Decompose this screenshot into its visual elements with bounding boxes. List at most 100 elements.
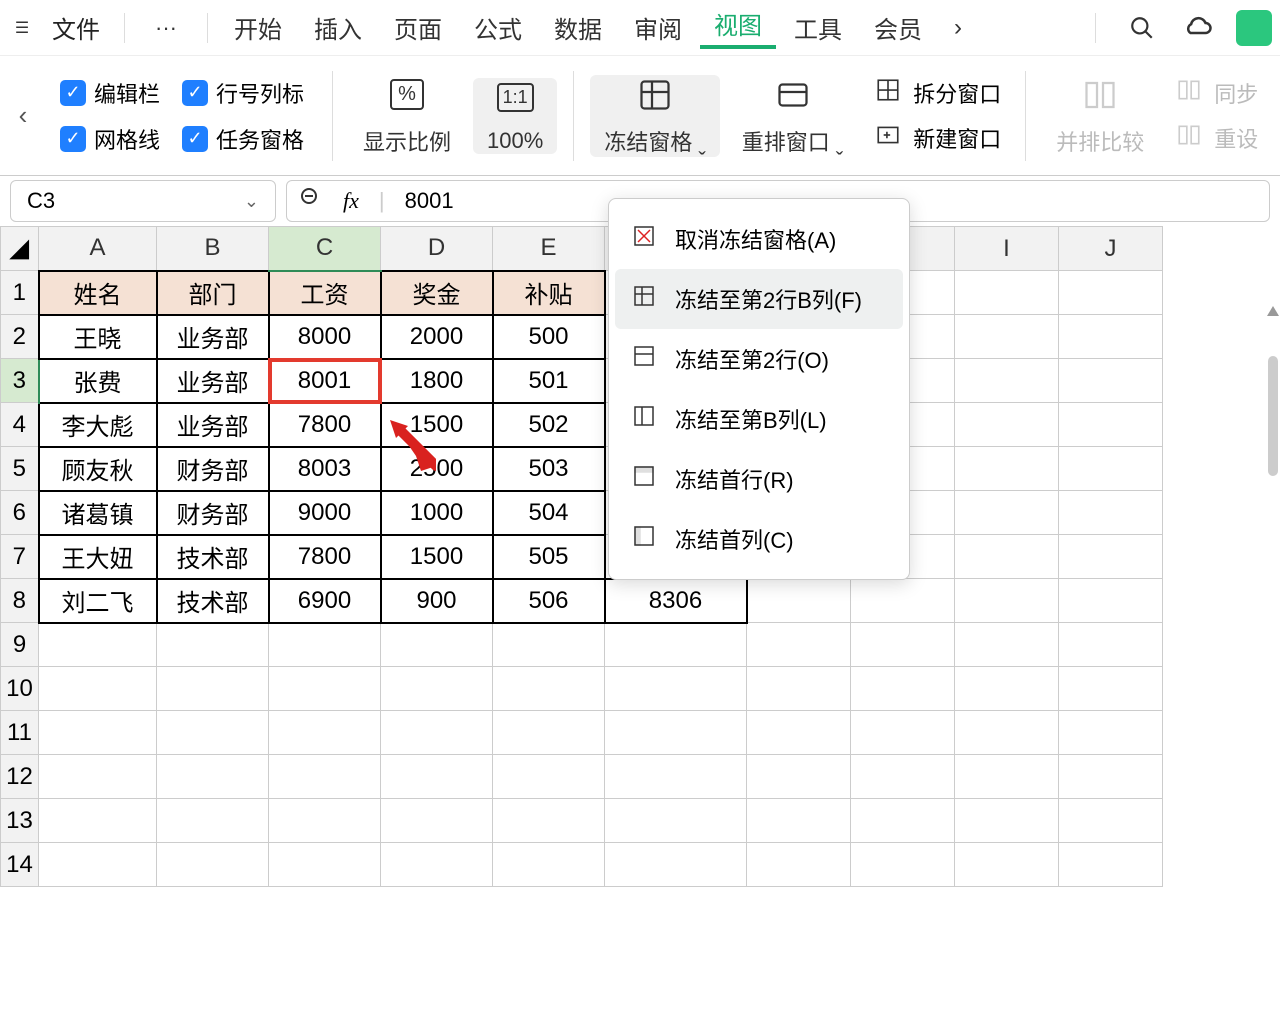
cell[interactable]: 技术部	[157, 535, 269, 579]
tab-tools[interactable]: 工具	[780, 10, 856, 45]
name-box[interactable]: C3 ⌄	[10, 180, 276, 222]
cell[interactable]	[605, 623, 747, 667]
cell[interactable]: 补贴	[493, 271, 605, 315]
cell[interactable]	[1059, 491, 1163, 535]
row-header[interactable]: 3	[1, 359, 39, 403]
cell[interactable]	[157, 799, 269, 843]
row-header[interactable]: 12	[1, 755, 39, 799]
row-header[interactable]: 5	[1, 447, 39, 491]
col-header[interactable]: C	[269, 227, 381, 271]
cell[interactable]	[955, 491, 1059, 535]
cell[interactable]	[39, 755, 157, 799]
cell[interactable]	[269, 799, 381, 843]
row-header[interactable]: 14	[1, 843, 39, 887]
col-header[interactable]: A	[39, 227, 157, 271]
cell[interactable]	[851, 711, 955, 755]
cell[interactable]	[157, 667, 269, 711]
cell[interactable]	[955, 799, 1059, 843]
tab-member[interactable]: 会员	[860, 10, 936, 45]
file-menu[interactable]: 文件	[40, 10, 112, 45]
row-header[interactable]: 11	[1, 711, 39, 755]
menu-freeze-to-cell[interactable]: 冻结至第2行B列(F)	[615, 269, 903, 329]
cell[interactable]: 技术部	[157, 579, 269, 623]
check-taskpane[interactable]: ✓任务窗格	[182, 123, 304, 155]
ribbon-collapse[interactable]: ‹	[6, 66, 40, 166]
cell[interactable]	[493, 843, 605, 887]
cell[interactable]	[269, 711, 381, 755]
cell[interactable]	[955, 271, 1059, 315]
cell[interactable]: 6900	[269, 579, 381, 623]
row-header[interactable]: 9	[1, 623, 39, 667]
cell[interactable]: 1800	[381, 359, 493, 403]
cell[interactable]: 王大妞	[39, 535, 157, 579]
cell[interactable]: 8003	[269, 447, 381, 491]
side-by-side-button[interactable]: 并排比较	[1042, 75, 1158, 157]
cell[interactable]	[493, 711, 605, 755]
cell[interactable]: 1500	[381, 403, 493, 447]
cell[interactable]	[1059, 403, 1163, 447]
cell[interactable]	[381, 667, 493, 711]
zoom-ratio-button[interactable]: % 显示比例	[349, 75, 465, 157]
col-header[interactable]: I	[955, 227, 1059, 271]
cell[interactable]	[157, 755, 269, 799]
cell[interactable]	[493, 667, 605, 711]
cell[interactable]: 财务部	[157, 447, 269, 491]
cell[interactable]	[955, 711, 1059, 755]
cell[interactable]: 诸葛镇	[39, 491, 157, 535]
split-window-button[interactable]: 拆分窗口	[873, 77, 1001, 110]
cell[interactable]: 李大彪	[39, 403, 157, 447]
menu-freeze-first-col[interactable]: 冻结首列(C)	[615, 509, 903, 569]
cell[interactable]	[605, 843, 747, 887]
row-header[interactable]: 2	[1, 315, 39, 359]
cell[interactable]: 顾友秋	[39, 447, 157, 491]
cell[interactable]	[1059, 623, 1163, 667]
row-header[interactable]: 7	[1, 535, 39, 579]
col-header[interactable]: E	[493, 227, 605, 271]
cell[interactable]: 1000	[381, 491, 493, 535]
cell[interactable]	[605, 667, 747, 711]
cell[interactable]	[269, 755, 381, 799]
cell[interactable]	[1059, 711, 1163, 755]
cell[interactable]: 8306	[605, 579, 747, 623]
row-header[interactable]: 1	[1, 271, 39, 315]
cell[interactable]: 502	[493, 403, 605, 447]
cell[interactable]: 2000	[381, 315, 493, 359]
cell[interactable]	[381, 623, 493, 667]
cell[interactable]	[39, 843, 157, 887]
cell[interactable]	[955, 623, 1059, 667]
cell[interactable]	[747, 667, 851, 711]
cell[interactable]: 财务部	[157, 491, 269, 535]
cell[interactable]: 2500	[381, 447, 493, 491]
cell[interactable]	[955, 535, 1059, 579]
cell[interactable]: 500	[493, 315, 605, 359]
cell[interactable]	[605, 711, 747, 755]
cell[interactable]: 业务部	[157, 315, 269, 359]
cell[interactable]	[1059, 271, 1163, 315]
tab-data[interactable]: 数据	[540, 10, 616, 45]
cell[interactable]: 业务部	[157, 359, 269, 403]
cell[interactable]	[747, 755, 851, 799]
cell[interactable]: 姓名	[39, 271, 157, 315]
col-header[interactable]: D	[381, 227, 493, 271]
cell[interactable]	[1059, 579, 1163, 623]
cell[interactable]	[955, 579, 1059, 623]
cell[interactable]	[747, 799, 851, 843]
menu-unfreeze[interactable]: 取消冻结窗格(A)	[615, 209, 903, 269]
cell[interactable]: 503	[493, 447, 605, 491]
cell[interactable]	[493, 799, 605, 843]
cell[interactable]	[851, 799, 955, 843]
cell[interactable]: 504	[493, 491, 605, 535]
tab-review[interactable]: 审阅	[620, 10, 696, 45]
cloud-icon[interactable]	[1180, 10, 1216, 46]
cell[interactable]	[851, 843, 955, 887]
cell[interactable]: 7800	[269, 403, 381, 447]
cell[interactable]	[955, 843, 1059, 887]
col-header[interactable]: J	[1059, 227, 1163, 271]
more-menu[interactable]: ···	[137, 15, 195, 41]
cell[interactable]	[1059, 447, 1163, 491]
freeze-panes-button[interactable]: 冻结窗格 ˬ	[590, 75, 719, 157]
check-rowcol[interactable]: ✓行号列标	[182, 77, 304, 109]
cell[interactable]: 1500	[381, 535, 493, 579]
cell[interactable]	[39, 667, 157, 711]
cell[interactable]	[851, 623, 955, 667]
